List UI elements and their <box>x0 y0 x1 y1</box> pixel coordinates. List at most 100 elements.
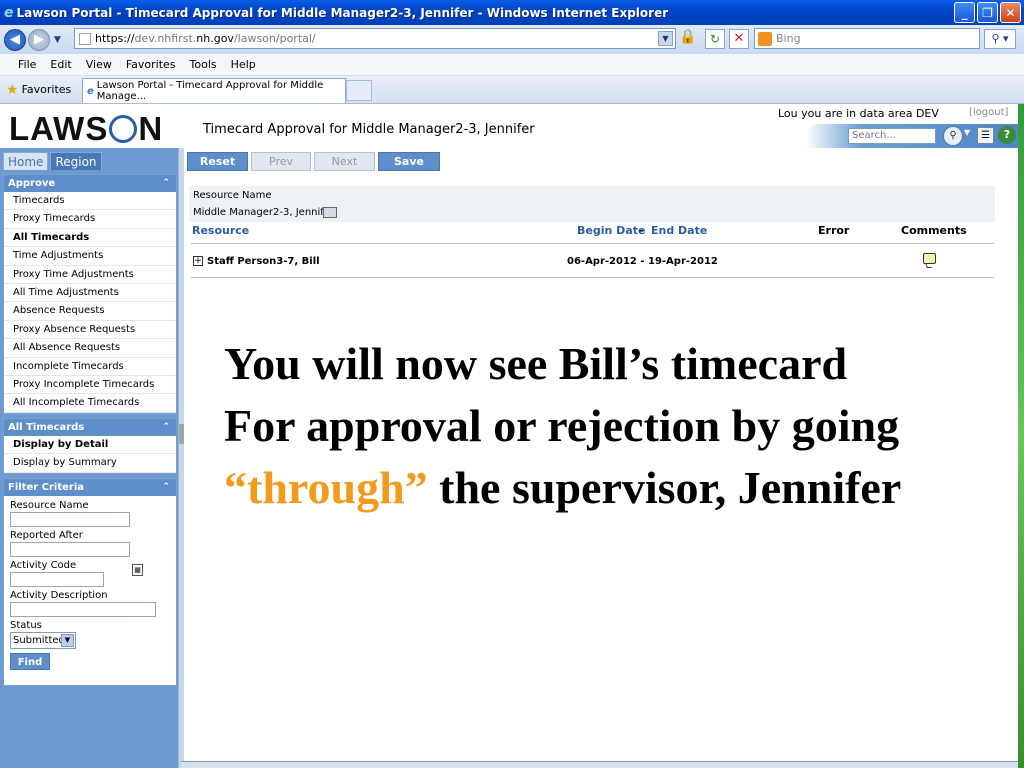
restore-button[interactable]: ❐ <box>977 2 998 23</box>
row-resource-name[interactable]: Staff Person3-7, Bill <box>207 256 320 267</box>
logout-link[interactable]: [logout] <box>969 107 1008 118</box>
next-button[interactable]: Next <box>314 152 375 171</box>
url-host: nh.gov <box>196 32 234 45</box>
filter-panel-title: Filter Criteria <box>8 482 85 493</box>
sidebar-item-display-by-summary[interactable]: Display by Summary <box>4 454 176 473</box>
resource-card-icon[interactable] <box>323 207 337 218</box>
menu-view[interactable]: View <box>86 58 112 71</box>
resource-info-box: Resource Name Middle Manager2-3, Jennife… <box>189 186 995 222</box>
calendar-icon[interactable]: ▦ <box>132 564 143 576</box>
sidebar-item-incomplete-timecards[interactable]: Incomplete Timecards <box>4 358 176 376</box>
menu-tools[interactable]: Tools <box>190 58 217 71</box>
collapse-icon[interactable]: ⌃ <box>162 175 170 192</box>
forward-button[interactable]: ▶ <box>28 28 50 51</box>
caption-line-3: “through” the supervisor, Jennifer <box>224 457 1014 519</box>
sidebar-item-timecards[interactable]: Timecards <box>4 192 176 211</box>
all-timecards-panel-header[interactable]: All Timecards ⌃ <box>4 419 176 436</box>
sidebar-item-proxy-absence-requests[interactable]: Proxy Absence Requests <box>4 321 176 340</box>
collapse-icon[interactable]: ⌃ <box>162 479 170 496</box>
activity-description-label: Activity Description <box>10 590 108 601</box>
settings-icon[interactable]: ☰ <box>977 127 994 144</box>
header-divider <box>191 243 994 244</box>
close-button[interactable]: ✕ <box>1000 2 1021 23</box>
column-end-date[interactable]: End Date <box>651 224 707 237</box>
menu-favorites[interactable]: Favorites <box>126 58 176 71</box>
reset-button[interactable]: Reset <box>187 152 248 171</box>
approve-panel: Approve ⌃ Timecards Proxy Timecards All … <box>3 174 177 414</box>
expand-row-icon[interactable]: + <box>193 256 203 266</box>
status-label: Status <box>10 620 42 631</box>
all-timecards-panel: All Timecards ⌃ Display by Detail Displa… <box>3 418 177 474</box>
collapse-icon[interactable]: ⌃ <box>162 419 170 436</box>
find-button[interactable]: Find <box>10 653 50 670</box>
sidebar-splitter[interactable] <box>178 148 184 768</box>
address-toolbar: ◀ ▶ ▼ https://dev.nhfirst. nh.gov/lawson/… <box>0 25 1024 54</box>
window-title: Lawson Portal - Timecard Approval for Mi… <box>16 5 669 20</box>
tab-region[interactable]: Region <box>50 152 102 170</box>
new-tab-button[interactable] <box>346 80 372 101</box>
splitter-handle[interactable] <box>179 424 184 444</box>
stop-button[interactable]: ✕ <box>729 29 749 49</box>
activity-code-input[interactable] <box>10 572 104 587</box>
search-go-button[interactable]: ⚲ ▾ <box>984 29 1016 49</box>
menu-file[interactable]: File <box>18 58 36 71</box>
tab-ie-icon: e <box>87 85 94 97</box>
resource-name-input[interactable] <box>10 512 130 527</box>
content-bottom-edge <box>181 761 1018 768</box>
sidebar-item-time-adjustments[interactable]: Time Adjustments <box>4 247 176 266</box>
column-resource[interactable]: Resource <box>192 224 249 237</box>
portal-search-icon[interactable]: ⚲ <box>943 126 963 146</box>
sidebar-item-proxy-time-adjustments[interactable]: Proxy Time Adjustments <box>4 266 176 284</box>
approve-panel-header[interactable]: Approve ⌃ <box>4 175 176 192</box>
page-title: Timecard Approval for Middle Manager2-3,… <box>203 122 535 137</box>
menu-help[interactable]: Help <box>231 58 256 71</box>
url-path: /lawson/portal/ <box>233 32 316 45</box>
browser-search-input[interactable]: Bing <box>754 28 980 49</box>
sidebar-item-all-incomplete-timecards[interactable]: All Incomplete Timecards <box>4 394 176 413</box>
menu-edit[interactable]: Edit <box>50 58 71 71</box>
reported-after-label: Reported After <box>10 530 83 541</box>
resource-name-value: Middle Manager2-3, Jennifer <box>193 207 335 218</box>
window-title-bar: e Lawson Portal - Timecard Approval for … <box>0 0 1024 25</box>
favorites-button[interactable]: ★ Favorites <box>6 82 71 98</box>
lock-icon[interactable]: 🔒 <box>678 29 698 49</box>
resource-name-label: Resource Name <box>10 500 89 511</box>
back-button[interactable]: ◀ <box>4 28 26 51</box>
address-dropdown-icon[interactable]: ▼ <box>658 31 673 46</box>
refresh-button[interactable]: ↻ <box>705 29 725 49</box>
sidebar-item-all-absence-requests[interactable]: All Absence Requests <box>4 339 176 358</box>
chevron-down-icon[interactable]: ▼ <box>61 634 74 647</box>
sidebar-item-proxy-timecards[interactable]: Proxy Timecards <box>4 210 176 229</box>
status-select[interactable]: Submitted ▼ <box>10 632 76 649</box>
row-divider <box>191 277 994 278</box>
caption-line-3-rest: the supervisor, Jennifer <box>427 462 902 513</box>
tab-home[interactable]: Home <box>3 152 49 170</box>
logo-globe-icon <box>109 115 138 143</box>
sidebar-item-proxy-incomplete-timecards[interactable]: Proxy Incomplete Timecards <box>4 376 176 395</box>
minimize-button[interactable]: _ <box>954 2 975 23</box>
history-dropdown-icon[interactable]: ▼ <box>54 35 61 45</box>
sidebar-item-all-time-adjustments[interactable]: All Time Adjustments <box>4 284 176 303</box>
row-date-range: 06-Apr-2012 - 19-Apr-2012 <box>567 256 718 267</box>
desktop-edge <box>1018 104 1024 768</box>
sidebar-item-all-timecards[interactable]: All Timecards <box>4 229 176 248</box>
help-icon[interactable]: ? <box>998 126 1016 144</box>
reported-after-input[interactable] <box>10 542 130 557</box>
save-button[interactable]: Save <box>378 152 440 171</box>
prev-button[interactable]: Prev <box>251 152 311 171</box>
portal-search-input[interactable]: Search... <box>848 128 936 144</box>
comment-icon[interactable] <box>923 253 936 264</box>
portal-search-dropdown-icon[interactable]: ▼ <box>964 128 970 137</box>
slide-caption: You will now see Bill’s timecard For app… <box>224 333 1014 519</box>
browser-tab[interactable]: e Lawson Portal - Timecard Approval for … <box>82 78 346 103</box>
url-prefix: https:// <box>95 32 135 45</box>
filter-panel-header[interactable]: Filter Criteria ⌃ <box>4 479 176 496</box>
column-begin-date[interactable]: Begin Date <box>577 224 645 237</box>
activity-code-label: Activity Code <box>10 560 77 571</box>
address-bar[interactable]: https://dev.nhfirst. nh.gov/lawson/portal… <box>74 28 676 49</box>
internet-explorer-icon: e <box>4 4 14 21</box>
activity-description-input[interactable] <box>10 602 156 617</box>
sidebar-item-absence-requests[interactable]: Absence Requests <box>4 302 176 321</box>
sidebar-item-display-by-detail[interactable]: Display by Detail <box>4 436 176 455</box>
favorites-label: Favorites <box>21 83 72 96</box>
